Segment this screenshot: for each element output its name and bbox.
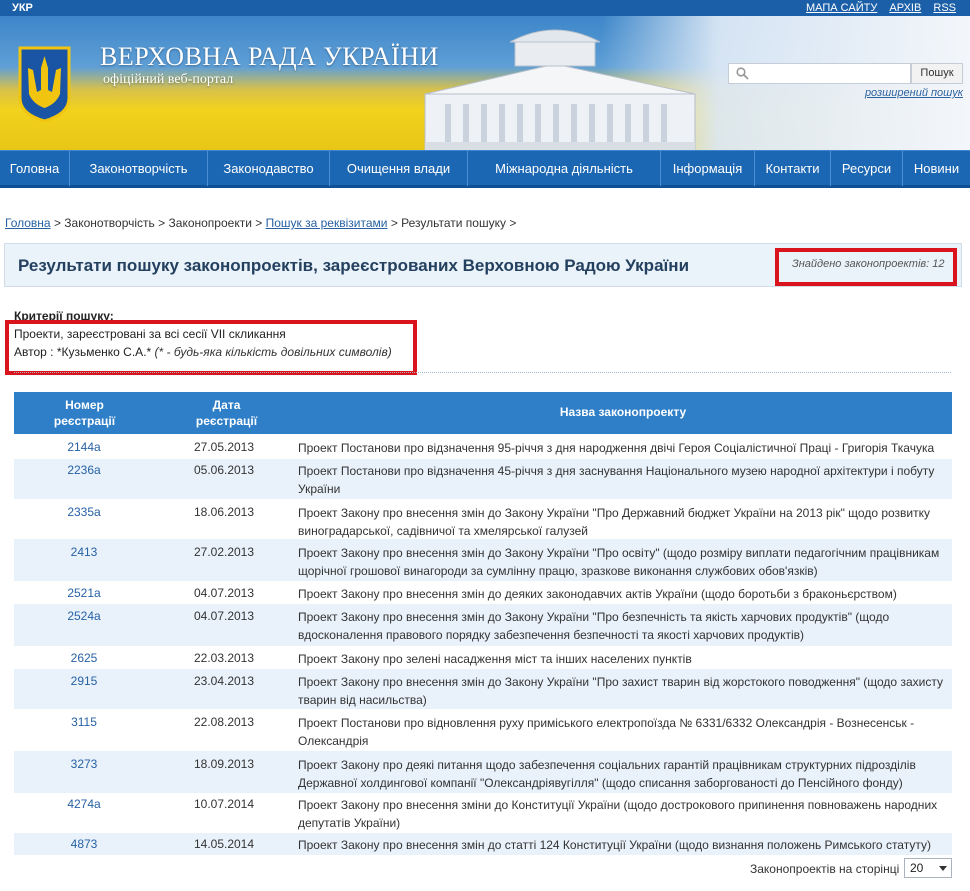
top-strip: УКР МАПА САЙТУ АРХІВ RSS [0,0,970,16]
per-page-select[interactable]: 20 [904,858,952,878]
bill-date: 10.07.2014 [193,797,255,811]
nav-resources[interactable]: Ресурси [831,151,903,186]
search-input[interactable] [728,63,911,84]
bill-title: Проект Закону про внесення зміни до Конс… [298,798,938,830]
bill-title: Проект Закону про внесення змін до Закон… [298,506,931,538]
archive-link[interactable]: АРХІВ [889,2,921,14]
bill-date: 22.03.2013 [193,651,255,665]
bill-title: Проект Постанови про відзначення 45-річч… [298,464,935,496]
col-date[interactable]: Дата реєстрації [184,397,269,429]
bill-title: Проект Постанови про відзначення 95-річч… [298,441,935,455]
bill-title: Проект Закону про внесення змін до Закон… [298,610,890,642]
table-header: Номер реєстрації Дата реєстрації Назва з… [14,392,952,434]
bill-number-link[interactable]: 2915 [14,674,154,688]
main-nav: Головна Законотворчість Законодавство Оч… [0,150,970,188]
bill-number-link[interactable]: 3273 [14,757,154,771]
nav-lustration[interactable]: Очищення влади [330,151,468,186]
bill-number-link[interactable]: 3115 [14,715,154,729]
breadcrumb-home[interactable]: Головна [5,216,51,230]
bill-title: Проект Закону про внесення змін до деяки… [298,587,897,601]
table-row: 4274а 10.07.2014 Проект Закону про внесе… [14,793,952,833]
bill-date: 27.02.2013 [193,545,255,559]
nav-information[interactable]: Інформація [661,151,755,186]
table-row: 2625 22.03.2013 Проект Закону про зелені… [14,646,952,669]
top-links: МАПА САЙТУ АРХІВ RSS [797,2,956,14]
table-row: 3273 18.09.2013 Проект Закону про деякі … [14,751,952,793]
bill-number-link[interactable]: 2413 [14,545,154,559]
table-row: 2413 27.02.2013 Проект Закону про внесен… [14,539,952,581]
advanced-search-link[interactable]: розширений пошук [865,87,963,99]
bill-number-link[interactable]: 2144а [14,440,154,454]
table-row: 2524а 04.07.2013 Проект Закону про внесе… [14,604,952,646]
table-row: 2521а 04.07.2013 Проект Закону про внесе… [14,581,952,604]
site-banner: ВЕРХОВНА РАДА УКРАЇНИ офіційний веб-порт… [0,16,970,150]
bill-number-link[interactable]: 2524а [14,609,154,623]
sitemap-link[interactable]: МАПА САЙТУ [806,2,877,14]
site-subtitle: офіційний веб-портал [103,72,234,87]
highlight-box-count [775,248,957,286]
page-title: Результати пошуку законопроектів, зареєс… [18,256,690,275]
bill-date: 04.07.2013 [193,609,255,623]
bill-title: Проект Закону про зелені насадження міст… [298,652,692,666]
search-icon [736,67,749,80]
parliament-building-image [424,29,696,150]
table-row: 2236а 05.06.2013 Проект Постанови про ві… [14,459,952,499]
table-row: 3115 22.08.2013 Проект Постанови про від… [14,709,952,751]
nav-legislation[interactable]: Законодавство [208,151,330,186]
table-row: 2144а 27.05.2013 Проект Постанови про ві… [14,436,952,459]
table-row: 2335а 18.06.2013 Проект Закону про внесе… [14,499,952,539]
breadcrumb-search[interactable]: Пошук за реквізитами [266,216,388,230]
bill-date: 23.04.2013 [193,674,255,688]
col-number[interactable]: Номер реєстрації [42,397,127,429]
rss-link[interactable]: RSS [933,2,956,14]
highlight-box-criteria [5,320,417,375]
bill-number-link[interactable]: 2236а [14,463,154,477]
nav-home[interactable]: Головна [0,151,70,186]
bill-date: 22.08.2013 [193,715,255,729]
bill-title: Проект Постанови про відновлення руху пр… [298,716,915,748]
per-page-label: Законопроектів на сторінці [750,862,900,876]
language-switch[interactable]: УКР [12,2,33,14]
divider [14,372,951,373]
bill-number-link[interactable]: 4873 [14,837,154,851]
table-row: 4873 14.05.2014 Проект Закону про внесен… [14,833,952,855]
bill-date: 18.06.2013 [193,505,255,519]
breadcrumb: Головна > Законотворчість > Законопроект… [5,216,517,230]
col-title[interactable]: Назва законопроекту [298,405,948,419]
bill-date: 18.09.2013 [193,757,255,771]
site-title[interactable]: ВЕРХОВНА РАДА УКРАЇНИ [100,42,439,72]
bill-number-link[interactable]: 2521а [14,586,154,600]
bill-date: 04.07.2013 [193,586,255,600]
bill-number-link[interactable]: 4274а [14,797,154,811]
search-button[interactable]: Пошук [911,63,963,84]
coat-of-arms-icon[interactable] [17,46,72,122]
breadcrumb-bills: Законопроекти [168,216,252,230]
bill-title: Проект Закону про внесення змін до статт… [298,838,931,852]
chevron-down-icon [939,866,947,871]
bill-title: Проект Закону про деякі питання щодо заб… [298,758,916,790]
breadcrumb-results: Результати пошуку [401,216,506,230]
bill-number-link[interactable]: 2625 [14,651,154,665]
nav-contacts[interactable]: Контакти [755,151,831,186]
nav-news[interactable]: Новини [903,151,970,186]
table-row: 2915 23.04.2013 Проект Закону про внесен… [14,669,952,709]
bill-number-link[interactable]: 2335а [14,505,154,519]
nav-lawmaking[interactable]: Законотворчість [70,151,208,186]
bill-title: Проект Закону про внесення змін до Закон… [298,675,943,707]
bill-date: 14.05.2014 [193,837,255,851]
nav-international[interactable]: Міжнародна діяльність [468,151,661,186]
bill-date: 05.06.2013 [193,463,255,477]
breadcrumb-lawmaking: Законотворчість [64,216,155,230]
bill-title: Проект Закону про внесення змін до Закон… [298,546,940,578]
bill-date: 27.05.2013 [193,440,255,454]
